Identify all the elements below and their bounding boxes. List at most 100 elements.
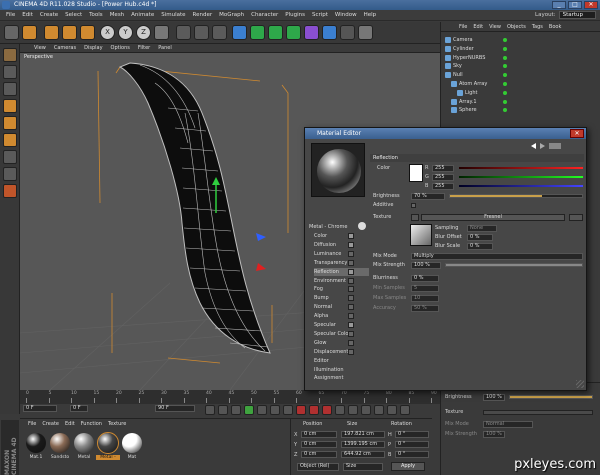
menu-window[interactable]: Window	[335, 12, 357, 18]
objects-menu-objects[interactable]: Objects	[507, 24, 526, 30]
object-name[interactable]: Array.1	[459, 98, 477, 106]
key-param-icon[interactable]	[374, 405, 384, 415]
coord-position-field[interactable]: 0 cm	[301, 451, 337, 458]
attr-brightness-slider[interactable]	[509, 395, 593, 399]
play-icon[interactable]	[244, 405, 254, 415]
menu-tools[interactable]: Tools	[89, 12, 103, 18]
channel-checkbox[interactable]	[348, 277, 354, 284]
rotate-icon[interactable]	[80, 25, 95, 40]
light-icon[interactable]	[358, 25, 373, 40]
camera-icon[interactable]	[340, 25, 355, 40]
cube-icon[interactable]	[232, 25, 247, 40]
attr-brightness-value[interactable]: 100 %	[483, 394, 505, 401]
g-channel-value[interactable]: 255	[432, 174, 454, 181]
texture-preview[interactable]	[410, 224, 432, 246]
object-visibility-dot[interactable]	[503, 73, 507, 78]
object-visibility-dot[interactable]	[503, 82, 507, 86]
objects-menu-book[interactable]: Book	[549, 24, 561, 30]
color-swatch[interactable]	[409, 164, 423, 182]
menu-simulate[interactable]: Simulate	[161, 12, 185, 18]
object-visibility-dot[interactable]	[503, 64, 507, 69]
start-frame-field[interactable]: 0 F	[23, 405, 57, 412]
channel-checkbox[interactable]	[348, 348, 354, 355]
material-menu-texture[interactable]: Texture	[108, 421, 126, 427]
channel-checkbox[interactable]	[348, 268, 354, 275]
channel-row[interactable]: Bump	[314, 294, 369, 302]
move-icon[interactable]	[44, 25, 59, 40]
objects-menu-tags[interactable]: Tags	[532, 24, 543, 30]
layout-dropdown[interactable]: Startup	[558, 11, 596, 19]
viewport-menu-view[interactable]: View	[34, 45, 46, 51]
max-samples-value[interactable]: 10	[411, 295, 439, 302]
object-visibility-dot[interactable]	[503, 108, 507, 113]
apply-button[interactable]: Apply	[391, 462, 425, 471]
next-frame-icon[interactable]	[257, 405, 267, 415]
key-scale-icon[interactable]	[361, 405, 371, 415]
material-swatch[interactable]	[74, 433, 94, 453]
viewport-menu-filter[interactable]: Filter	[138, 45, 150, 51]
menu-script[interactable]: Script	[312, 12, 328, 18]
object-row[interactable]: Sphere	[441, 106, 600, 114]
polygon-mode-icon[interactable]	[3, 133, 17, 147]
material-menu-create[interactable]: Create	[42, 421, 59, 427]
channel-row[interactable]: Fog	[314, 285, 369, 293]
prev-key-icon[interactable]	[218, 405, 228, 415]
deformer-icon[interactable]	[304, 25, 319, 40]
channel-row[interactable]: Illumination	[314, 366, 369, 374]
scale-icon[interactable]	[62, 25, 77, 40]
channel-checkbox[interactable]	[348, 304, 354, 311]
mix-strength-slider[interactable]	[445, 263, 583, 267]
channel-row[interactable]: Color	[314, 232, 369, 240]
material-swatch[interactable]	[122, 433, 142, 453]
array-icon[interactable]	[286, 25, 301, 40]
resize-grip-icon[interactable]	[576, 380, 584, 388]
accuracy-value[interactable]: 50 %	[411, 305, 439, 312]
attr-mix-mode-value[interactable]: Normal	[483, 421, 533, 428]
object-name[interactable]: Light	[465, 89, 477, 97]
mix-strength-value[interactable]: 100 %	[411, 262, 441, 269]
channel-row[interactable]: Editor	[314, 357, 369, 365]
texture-menu-button[interactable]	[411, 214, 419, 221]
minimize-button[interactable]: _	[552, 1, 566, 9]
channel-checkbox[interactable]	[348, 339, 354, 346]
g-channel-slider[interactable]	[459, 176, 583, 178]
material-menu-function[interactable]: Function	[81, 421, 102, 427]
menu-render[interactable]: Render	[193, 12, 213, 18]
material-name[interactable]: Metal - Chrome	[309, 223, 353, 231]
channel-checkbox[interactable]	[348, 286, 354, 293]
channel-checkbox[interactable]	[348, 250, 354, 257]
coord-rotation-field[interactable]: 0 °	[395, 441, 429, 448]
y-axis-icon[interactable]: Y	[118, 25, 133, 40]
undo-icon[interactable]	[4, 25, 19, 40]
object-name[interactable]: Sphere	[459, 106, 477, 114]
blade-mesh[interactable]	[118, 62, 271, 354]
viewport-menu-cameras[interactable]: Cameras	[54, 45, 76, 51]
editor-lock-icon[interactable]	[549, 143, 561, 149]
channel-checkbox[interactable]	[348, 330, 354, 337]
scene-icon[interactable]	[322, 25, 337, 40]
object-row[interactable]: Atom Array	[441, 80, 600, 88]
prev-frame-icon[interactable]	[231, 405, 241, 415]
menu-mograph[interactable]: MoGraph	[219, 12, 244, 18]
menu-create[interactable]: Create	[40, 12, 58, 18]
object-name[interactable]: Cylinder	[453, 45, 474, 53]
viewport-menu-panel[interactable]: Panel	[158, 45, 172, 51]
object-visibility-dot[interactable]	[503, 90, 507, 95]
current-frame-field[interactable]: 0 F	[70, 405, 88, 412]
render-view-icon[interactable]	[176, 25, 191, 40]
go-start-icon[interactable]	[205, 405, 215, 415]
pen-icon[interactable]	[250, 25, 265, 40]
material-preview[interactable]	[311, 143, 365, 197]
end-frame-field[interactable]: 90 F	[155, 405, 195, 412]
object-name[interactable]: Camera	[453, 36, 473, 44]
blur-offset-value[interactable]: 0 %	[467, 234, 493, 241]
object-row[interactable]: Array.1	[441, 98, 600, 106]
object-row[interactable]: Light	[441, 89, 600, 97]
object-row[interactable]: Sky	[441, 62, 600, 70]
render-settings-icon[interactable]	[212, 25, 227, 40]
point-mode-icon[interactable]	[3, 99, 17, 113]
blurriness-value[interactable]: 0 %	[411, 275, 439, 282]
brightness-slider[interactable]	[449, 194, 583, 198]
object-visibility-dot[interactable]	[503, 46, 507, 51]
channel-checkbox[interactable]	[348, 295, 354, 302]
